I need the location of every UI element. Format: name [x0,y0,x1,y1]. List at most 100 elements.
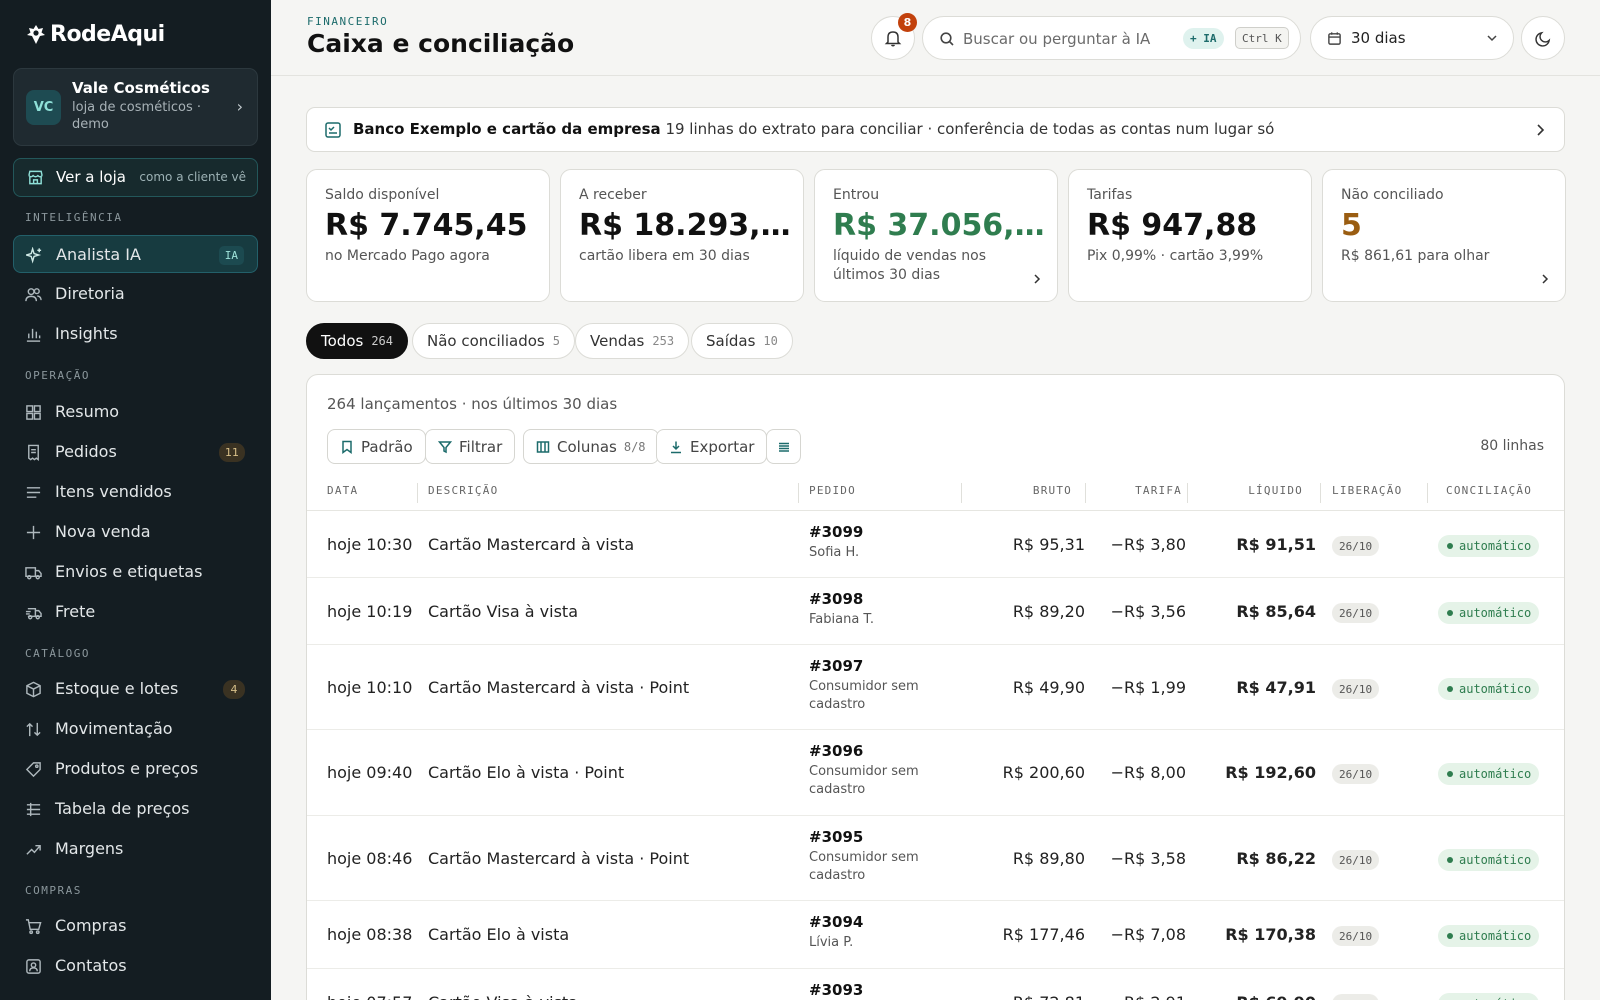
sidebar-item-insights[interactable]: Insights [13,315,258,353]
reconciliation-status: automático [1459,539,1532,553]
transactions-summary: 264 lançamentos · nos últimos 30 dias [327,395,618,413]
sidebar-item-label: Pedidos [55,442,117,461]
order-customer: Lívia P. [809,935,854,950]
table-row[interactable]: hoje 10:30 Cartão Mastercard à vista #3099… [307,511,1564,578]
tab-label: Saídas [706,332,756,350]
truck-icon [25,567,42,580]
sidebar-item-frete[interactable]: Frete [13,593,258,631]
column-header-tarifa[interactable]: TARIFA [1135,484,1182,497]
cell-fee: −R$ 3,80 [1110,535,1186,554]
sparkle-icon [26,247,42,264]
column-divider[interactable] [1320,483,1321,503]
cell-order[interactable]: #3096 Consumidor sem cadastro [809,742,939,799]
cell-gross: R$ 89,80 [1012,849,1085,868]
order-number[interactable]: #3096 [809,742,939,760]
cell-order[interactable]: #3093 [809,981,939,1000]
brand-logo[interactable]: RodeAqui [26,22,165,47]
sidebar-item-resumo[interactable]: Resumo [13,393,258,431]
cell-order[interactable]: #3095 Consumidor sem cadastro [809,828,939,885]
table-row[interactable]: hoje 07:57 Cartão Visa à vista #3093 R$ 72,… [307,969,1564,1000]
filter-button[interactable]: Filtrar [425,429,516,464]
tab-saidas[interactable]: Saídas 10 [691,323,793,359]
order-number[interactable]: #3095 [809,828,939,846]
column-header-liberacao[interactable]: LIBERAÇÃO [1332,484,1402,497]
cell-description: Cartão Elo à vista [428,925,570,944]
sidebar-item-label: Tabela de preços [55,799,190,818]
reconciliation-status: automático [1459,682,1532,696]
column-header-pedido[interactable]: PEDIDO [809,484,856,497]
column-header-descricao[interactable]: DESCRIÇÃO [428,484,498,497]
column-divider[interactable] [1564,483,1565,503]
sidebar-item-diretoria[interactable]: Diretoria [13,275,258,313]
column-divider[interactable] [1427,483,1428,503]
column-header-liquido[interactable]: LÍQUIDO [1248,484,1303,497]
sidebar-item-pedidos[interactable]: Pedidos 11 [13,433,258,471]
cell-order[interactable]: #3097 Consumidor sem cadastro [809,657,939,714]
sidebar-item-estoque[interactable]: Estoque e lotes 4 [13,670,258,708]
tab-nao-conciliados[interactable]: Não conciliados 5 [412,323,575,359]
tab-todos[interactable]: Todos 264 [306,323,408,359]
column-header-conciliacao[interactable]: CONCILIAÇÃO [1446,484,1532,497]
table-row[interactable]: hoje 08:38 Cartão Elo à vista #3094 Lívia P… [307,901,1564,969]
sidebar-item-movimentacao[interactable]: Movimentação [13,710,258,748]
kpi-nao-conciliado[interactable]: Não conciliado 5 R$ 861,61 para olhar [1322,169,1566,302]
cell-date: hoje 07:57 [327,993,412,1000]
status-dot-icon [1447,771,1453,777]
order-customer: Consumidor sem cadastro [809,764,919,797]
columns-button[interactable]: Colunas 8/8 [523,429,659,464]
sidebar-item-produtos[interactable]: Produtos e preços [13,750,258,788]
kpi-entrou[interactable]: Entrou R$ 37.056,… líquido de vendas nos… [814,169,1058,302]
density-button[interactable] [766,429,801,464]
column-header-bruto[interactable]: BRUTO [1033,484,1072,497]
cell-date: hoje 10:30 [327,535,413,554]
cell-date: hoje 09:40 [327,763,413,782]
period-select[interactable]: 30 dias [1310,16,1514,60]
cell-gross: R$ 200,60 [1002,763,1085,782]
reconciliation-banner[interactable]: Banco Exemplo e cartão da empresa 19 lin… [306,107,1565,152]
cell-order[interactable]: #3099 Sofia H. [809,523,939,562]
sidebar-item-contatos[interactable]: Contatos [13,947,258,985]
order-customer: Consumidor sem cadastro [809,850,919,883]
store-switcher[interactable]: VC Vale Cosméticos loja de cosméticos · … [13,68,258,146]
page-header: FINANCEIRO Caixa e conciliação 8 + IA Ct… [271,0,1600,76]
view-store-button[interactable]: Ver a loja como a cliente vê [13,158,258,197]
plus-icon [26,525,41,540]
sidebar-item-tabela-precos[interactable]: Tabela de preços [13,790,258,828]
section-label-operacao: OPERAÇÃO [25,369,90,382]
sidebar-item-analista-ia[interactable]: Analista IA IA [13,235,258,273]
search-box[interactable]: + IA Ctrl K [922,16,1301,60]
column-divider[interactable] [961,483,962,503]
chevron-down-icon [1487,35,1497,42]
cell-order[interactable]: #3098 Fabiana T. [809,590,939,629]
tab-vendas[interactable]: Vendas 253 [575,323,690,359]
order-number[interactable]: #3099 [809,523,939,541]
saved-view-button[interactable]: Padrão [327,429,426,464]
table-row[interactable]: hoje 10:10 Cartão Mastercard à vista · Po… [307,645,1564,730]
kpi-value: 5 [1341,208,1362,243]
cell-order[interactable]: #3094 Lívia P. [809,913,939,952]
sidebar-item-nova-venda[interactable]: Nova venda [13,513,258,551]
export-button[interactable]: Exportar [656,429,768,464]
column-divider[interactable] [1187,483,1188,503]
sidebar-item-label: Margens [55,839,124,858]
column-divider[interactable] [417,483,418,503]
bell-icon [884,31,902,47]
order-number[interactable]: #3093 [809,981,939,999]
table-row[interactable]: hoje 08:46 Cartão Mastercard à vista · Po… [307,816,1564,901]
order-number[interactable]: #3097 [809,657,939,675]
order-number[interactable]: #3094 [809,913,939,931]
column-divider[interactable] [798,483,799,503]
column-header-data[interactable]: DATA [327,484,358,497]
table-row[interactable]: hoje 09:40 Cartão Elo à vista · Point #309… [307,730,1564,816]
cell-fee: −R$ 3,58 [1110,849,1186,868]
table-row[interactable]: hoje 10:19 Cartão Visa à vista #3098 Fabian… [307,578,1564,645]
sidebar-item-margens[interactable]: Margens [13,830,258,868]
sidebar-item-compras[interactable]: Compras [13,907,258,945]
sidebar-item-itens-vendidos[interactable]: Itens vendidos [13,473,258,511]
column-divider[interactable] [1085,483,1086,503]
sidebar-item-envios[interactable]: Envios e etiquetas [13,553,258,591]
theme-toggle[interactable] [1521,16,1565,60]
receipt-icon [28,444,39,461]
search-input[interactable] [963,27,1163,51]
order-number[interactable]: #3098 [809,590,939,608]
